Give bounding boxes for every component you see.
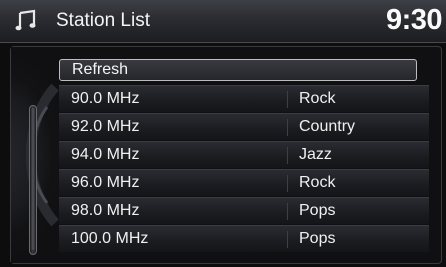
- refresh-button[interactable]: Refresh: [59, 59, 417, 81]
- station-list-screen: Station List 9:30 Refresh 90.0 MHz Rock …: [0, 0, 446, 267]
- column-divider: [287, 119, 288, 136]
- column-divider: [287, 147, 288, 164]
- station-row[interactable]: 90.0 MHz Rock: [59, 85, 429, 112]
- column-divider: [287, 203, 288, 220]
- station-frequency: 94.0 MHz: [71, 146, 140, 163]
- station-frequency: 98.0 MHz: [71, 202, 140, 219]
- station-genre: Pops: [299, 230, 336, 247]
- station-genre: Jazz: [299, 146, 332, 163]
- station-frequency: 92.0 MHz: [71, 118, 140, 135]
- station-genre: Country: [299, 118, 356, 135]
- station-frequency: 96.0 MHz: [71, 174, 140, 191]
- station-list-panel: Refresh 90.0 MHz Rock 92.0 MHz Country 9…: [10, 46, 442, 264]
- music-note-icon: [15, 9, 36, 31]
- page-title: Station List: [56, 10, 150, 31]
- header-bar: Station List 9:30: [0, 0, 446, 43]
- station-row[interactable]: 92.0 MHz Country: [59, 113, 429, 140]
- station-genre: Rock: [299, 174, 336, 191]
- column-divider: [287, 231, 288, 248]
- station-row[interactable]: 94.0 MHz Jazz: [59, 141, 429, 168]
- clock: 9:30: [385, 4, 443, 36]
- station-frequency: 90.0 MHz: [71, 90, 140, 107]
- station-genre: Rock: [299, 90, 336, 107]
- station-row[interactable]: 100.0 MHz Pops: [59, 225, 429, 252]
- station-row[interactable]: 96.0 MHz Rock: [59, 169, 429, 196]
- station-frequency: 100.0 MHz: [71, 230, 149, 247]
- scrollbar-thumb[interactable]: [31, 108, 35, 250]
- station-list: 90.0 MHz Rock 92.0 MHz Country 94.0 MHz …: [59, 85, 429, 253]
- scrollbar[interactable]: [29, 105, 37, 255]
- station-row[interactable]: 98.0 MHz Pops: [59, 197, 429, 224]
- column-divider: [287, 175, 288, 192]
- column-divider: [287, 91, 288, 108]
- station-genre: Pops: [299, 202, 336, 219]
